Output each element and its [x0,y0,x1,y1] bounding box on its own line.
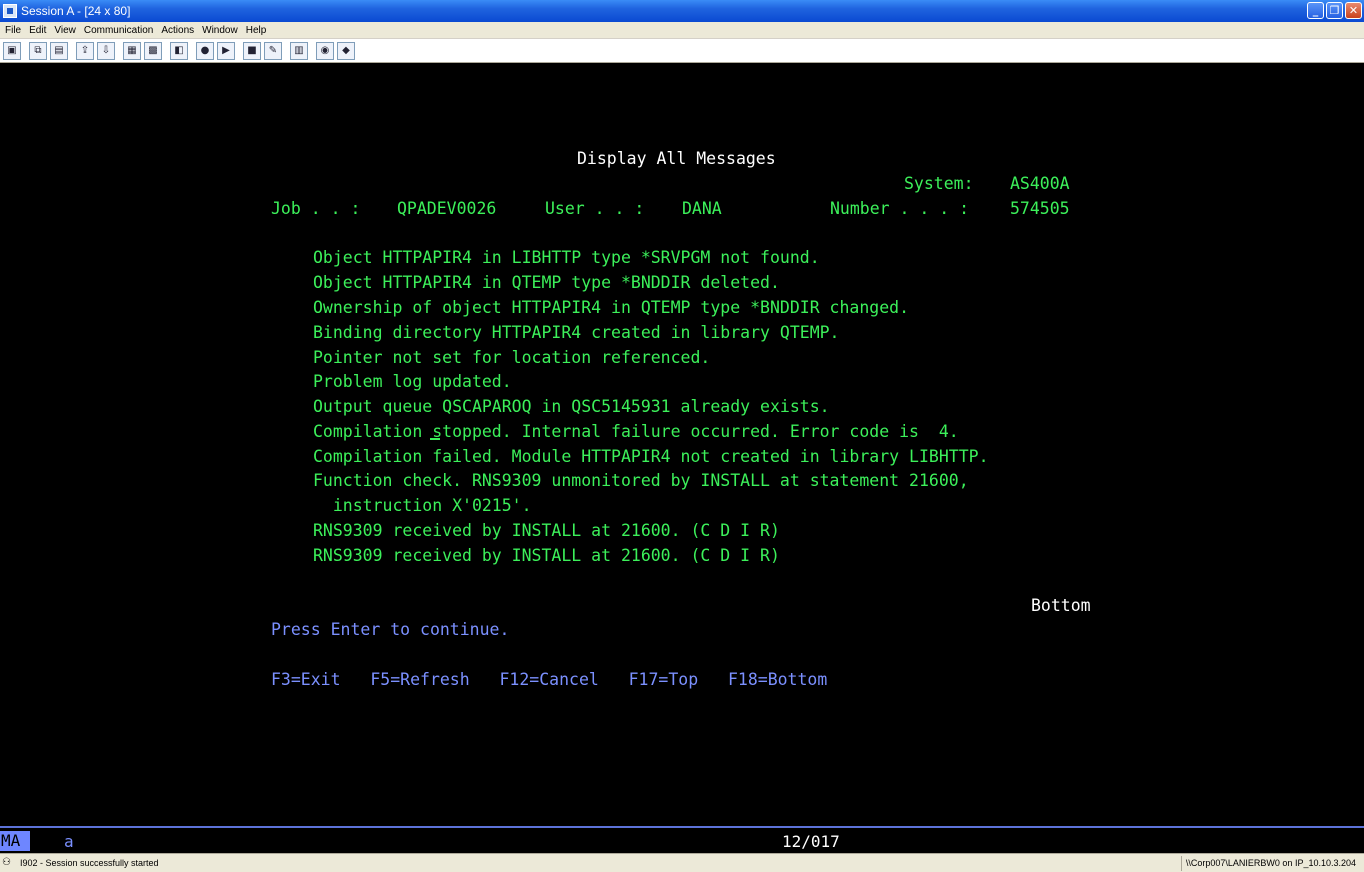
message-line[interactable]: Output queue QSCAPAROQ in QSC5145931 alr… [313,397,830,417]
terminal-screen[interactable]: Display All Messages System: AS400A Job … [0,63,1364,826]
minimize-button[interactable]: _ [1307,2,1324,19]
copy-icon[interactable]: ⧉ [29,41,47,60]
message-line[interactable]: Ownership of object HTTPAPIR4 in QTEMP t… [313,298,909,318]
message-line[interactable]: Compilation failed. Module HTTPAPIR4 not… [313,447,989,467]
menu-bar: File Edit View Communication Actions Win… [0,22,1364,39]
function-keys[interactable]: F3=Exit F5=Refresh F12=Cancel F17=Top F1… [271,670,827,690]
message-line[interactable]: instruction X'0215'. [313,496,532,516]
host-info: \\Corp007\LANIERBW0 on IP_10.10.3.204 [1180,856,1360,871]
text-cursor [430,438,440,440]
message-line[interactable]: Function check. RNS9309 unmonitored by I… [313,471,969,491]
menu-actions[interactable]: Actions [161,25,194,36]
bottom-indicator: Bottom [1031,596,1091,615]
record-icon[interactable]: ● [196,41,214,60]
continue-prompt: Press Enter to continue. [271,620,510,639]
job-label: Job . . : [271,199,361,218]
keypad-icon[interactable]: ▩ [144,41,162,60]
maximize-button[interactable]: ❐ [1326,2,1343,19]
message-line[interactable]: Compilation stopped. Internal failure oc… [313,422,959,442]
menu-view[interactable]: View [54,25,76,36]
window-controls: _ ❐ ✕ [1307,2,1362,19]
message-line[interactable]: RNS9309 received by INSTALL at 21600. (C… [313,546,780,566]
macro-icon[interactable]: ◧ [170,41,188,60]
system-label: System: [904,174,974,193]
menu-window[interactable]: Window [202,25,238,36]
message-line[interactable]: Pointer not set for location referenced. [313,348,710,368]
clipboard-icon[interactable]: ▥ [290,41,308,60]
message-line[interactable]: RNS9309 received by INSTALL at 21600. (C… [313,521,780,541]
message-line[interactable]: Binding directory HTTPAPIR4 created in l… [313,323,840,343]
menu-help[interactable]: Help [246,25,267,36]
user-label: User . . : [545,199,645,218]
globe-icon[interactable]: ◉ [316,41,334,60]
receive-icon[interactable]: ⇩ [97,41,115,60]
window-title: Session A - [24 x 80] [21,4,131,18]
job-value: QPADEV0026 [397,199,497,218]
title-bar[interactable]: Session A - [24 x 80] _ ❐ ✕ [0,0,1364,22]
edit-icon[interactable]: ✎ [264,41,282,60]
cursor-position: 12/017 [782,832,840,851]
status-message: I902 - Session successfully started [20,858,159,868]
number-value: 574505 [1010,199,1070,218]
support-icon[interactable]: ◆ [337,41,355,60]
close-button[interactable]: ✕ [1345,2,1362,19]
print-screen-icon[interactable]: ▣ [3,41,21,60]
message-line[interactable]: Object HTTPAPIR4 in QTEMP type *BNDDIR d… [313,273,780,293]
user-value: DANA [682,199,722,218]
menu-file[interactable]: File [5,25,21,36]
stop-icon[interactable]: ■ [243,41,261,60]
toolbar: ▣ ⧉ ▤ ⇪ ⇩ ▦ ▩ ◧ ● ▶ ■ ✎ ▥ ◉ ◆ [0,39,1364,63]
display-icon[interactable]: ▦ [123,41,141,60]
session-icon[interactable] [3,4,17,18]
menu-edit[interactable]: Edit [29,25,46,36]
paste-icon[interactable]: ▤ [50,41,68,60]
mode-indicator: MA [0,831,30,851]
input-indicator: a [64,832,74,851]
play-icon[interactable]: ▶ [217,41,235,60]
screen-title: Display All Messages [577,149,776,168]
status-bar: ⚇ I902 - Session successfully started \\… [0,853,1364,872]
number-label: Number . . . : [830,199,970,218]
menu-communication[interactable]: Communication [84,25,153,36]
connection-icon: ⚇ [2,856,11,868]
system-value: AS400A [1010,174,1070,193]
operator-info-area: MA a 12/017 [0,826,1364,853]
message-line[interactable]: Problem log updated. [313,372,512,392]
send-icon[interactable]: ⇪ [76,41,94,60]
message-line[interactable]: Object HTTPAPIR4 in LIBHTTP type *SRVPGM… [313,248,820,268]
